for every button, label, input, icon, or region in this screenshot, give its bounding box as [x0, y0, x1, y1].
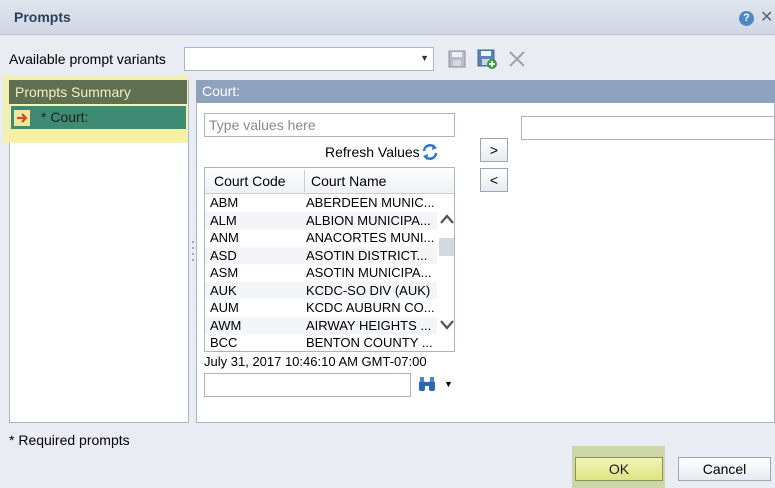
summary-item-court[interactable]: * Court:	[11, 106, 186, 129]
variants-label: Available prompt variants	[9, 51, 166, 67]
arrow-right-icon	[14, 110, 30, 126]
title-bar: Prompts ? ✕	[0, 0, 775, 35]
table-row[interactable]: ANM ANACORTES MUNI...	[205, 229, 437, 247]
cancel-button[interactable]: Cancel	[678, 457, 771, 481]
court-code: AUK	[210, 282, 237, 298]
dialog-title: Prompts	[14, 9, 71, 25]
court-name: BENTON COUNTY ...	[306, 335, 433, 350]
court-code: BCC	[210, 335, 238, 350]
court-code: ALM	[210, 212, 237, 228]
table-header: Court Code Court Name	[205, 168, 454, 194]
table-row[interactable]: ASD ASOTIN DISTRICT...	[205, 246, 437, 264]
last-refresh-timestamp: July 31, 2017 10:46:10 AM GMT-07:00	[204, 354, 427, 369]
table-row[interactable]: AUK KCDC-SO DIV (AUK)	[205, 281, 437, 299]
table-row[interactable]: ABM ABERDEEN MUNIC...	[205, 194, 437, 212]
court-name: ALBION MUNICIPA...	[306, 212, 431, 228]
court-name: KCDC-SO DIV (AUK)	[306, 282, 431, 298]
court-name: ABERDEEN MUNIC...	[306, 195, 435, 210]
table-row[interactable]: ALM ALBION MUNICIPA...	[205, 211, 437, 229]
chevron-up-icon[interactable]	[439, 212, 455, 226]
search-options-arrow-icon[interactable]: ▼	[444, 379, 453, 389]
court-name: KCDC AUBURN CO...	[306, 300, 435, 315]
court-header: Court:	[196, 80, 775, 103]
available-values-table[interactable]: Court Code Court Name ABM ABERDEEN MUNIC.…	[204, 167, 455, 352]
table-row[interactable]: ASM ASOTIN MUNICIPA...	[205, 264, 437, 282]
court-name: AIRWAY HEIGHTS ...	[306, 317, 432, 333]
save-icon[interactable]	[446, 48, 468, 70]
court-code: AWM	[210, 317, 242, 333]
court-code: AUM	[210, 300, 239, 315]
chevron-down-icon[interactable]	[439, 318, 455, 332]
court-code: ASD	[210, 247, 237, 263]
vertical-scrollbar[interactable]	[437, 194, 455, 351]
splitter-handle[interactable]	[191, 238, 195, 268]
table-row[interactable]: BCC BENTON COUNTY ...	[205, 334, 437, 351]
scroll-thumb[interactable]	[439, 238, 454, 256]
variants-select[interactable]: ▼	[184, 47, 434, 71]
delete-icon[interactable]	[506, 48, 528, 70]
binoculars-search-icon[interactable]	[418, 376, 436, 392]
column-header-name[interactable]: Court Name	[311, 173, 386, 189]
ok-button[interactable]: OK	[575, 457, 663, 481]
save-as-icon[interactable]	[476, 48, 498, 70]
refresh-values-label[interactable]: Refresh Values	[325, 144, 420, 160]
add-value-button[interactable]: >	[480, 138, 508, 162]
column-header-code[interactable]: Court Code	[214, 173, 286, 189]
column-divider	[304, 170, 305, 192]
court-code: ANM	[210, 230, 239, 245]
remove-value-button[interactable]: <	[480, 168, 508, 192]
type-values-input[interactable]: Type values here	[204, 113, 455, 137]
summary-item-underline	[11, 129, 186, 141]
court-code: ABM	[210, 195, 239, 210]
search-input[interactable]	[204, 373, 411, 397]
required-prompts-note: * Required prompts	[9, 432, 130, 448]
refresh-icon[interactable]	[420, 142, 440, 162]
summary-item-label: * Court:	[41, 109, 89, 125]
table-row[interactable]: AWM AIRWAY HEIGHTS ...	[205, 316, 437, 334]
court-name: ASOTIN DISTRICT...	[306, 247, 428, 263]
court-name: ASOTIN MUNICIPA...	[306, 265, 432, 280]
selected-values-box[interactable]	[521, 116, 775, 140]
court-name: ANACORTES MUNI...	[306, 230, 435, 245]
help-icon[interactable]: ?	[739, 11, 754, 26]
dropdown-arrow-icon[interactable]: ▼	[420, 53, 429, 63]
close-icon[interactable]: ✕	[760, 7, 773, 27]
summary-header: Prompts Summary	[9, 80, 187, 104]
table-row[interactable]: AUM KCDC AUBURN CO...	[205, 299, 437, 317]
court-code: ASM	[210, 265, 239, 280]
